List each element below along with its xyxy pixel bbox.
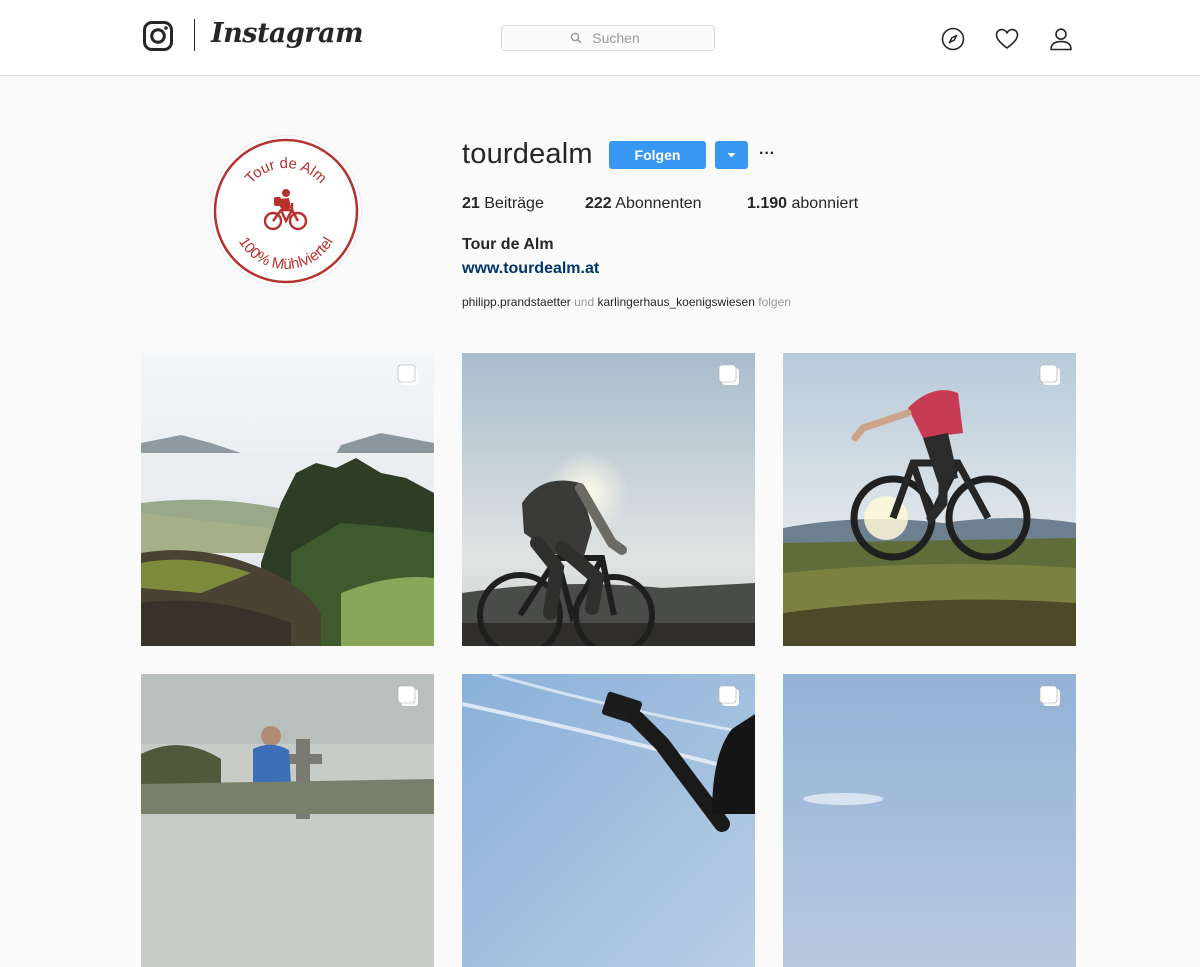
followed-by-line: philipp.prandstaetter und karlingerhaus_… bbox=[462, 295, 791, 309]
instagram-camera-icon[interactable] bbox=[143, 21, 173, 51]
stat-followers-count: 222 bbox=[585, 195, 612, 212]
instagram-wordmark-logo[interactable]: Instagram bbox=[211, 18, 364, 49]
profile-person-icon[interactable] bbox=[1049, 27, 1073, 51]
stat-posts: 21 Beiträge bbox=[462, 195, 544, 213]
activity-heart-icon[interactable] bbox=[995, 27, 1019, 51]
multiple-images-icon bbox=[397, 685, 418, 706]
search-input[interactable] bbox=[502, 26, 714, 50]
multiple-images-icon bbox=[718, 685, 739, 706]
stat-posts-label: Beiträge bbox=[484, 195, 544, 212]
follower-link-1[interactable]: philipp.prandstaetter bbox=[462, 295, 571, 309]
followed-by-suffix: folgen bbox=[758, 295, 791, 309]
multiple-images-icon bbox=[1039, 685, 1060, 706]
caret-down-icon bbox=[727, 153, 736, 158]
post-photo bbox=[462, 353, 755, 646]
post-photo bbox=[141, 674, 434, 967]
logo-divider bbox=[194, 19, 195, 51]
multiple-images-icon bbox=[1039, 364, 1060, 385]
stat-posts-count: 21 bbox=[462, 195, 480, 212]
post-tile[interactable] bbox=[141, 353, 434, 646]
profile-username: tourdealm bbox=[462, 138, 593, 170]
stat-followers-label: Abonnenten bbox=[615, 195, 702, 212]
multiple-images-icon bbox=[397, 364, 418, 385]
search-icon bbox=[570, 32, 582, 44]
post-tile[interactable] bbox=[462, 353, 755, 646]
stat-following-count: 1.190 bbox=[747, 195, 788, 212]
tour-de-alm-logo: Tour de Alm 100% Mühlviertel bbox=[213, 138, 359, 284]
explore-compass-icon[interactable] bbox=[941, 27, 965, 51]
search-box[interactable] bbox=[501, 25, 715, 51]
profile-avatar[interactable]: Tour de Alm 100% Mühlviertel bbox=[210, 135, 362, 287]
multiple-images-icon bbox=[718, 364, 739, 385]
post-tile[interactable] bbox=[783, 674, 1076, 967]
post-photo bbox=[783, 674, 1076, 967]
followed-by-conjunction: und bbox=[574, 295, 595, 309]
post-photo bbox=[783, 353, 1076, 646]
post-tile[interactable] bbox=[783, 353, 1076, 646]
post-tile[interactable] bbox=[462, 674, 755, 967]
follower-link-2[interactable]: karlingerhaus_koenigswiesen bbox=[597, 295, 754, 309]
follow-button[interactable]: Folgen bbox=[609, 141, 706, 169]
more-options-button[interactable]: ··· bbox=[756, 141, 778, 169]
top-navigation-bar: Instagram bbox=[0, 0, 1200, 76]
post-photo bbox=[141, 353, 434, 646]
profile-full-name: Tour de Alm bbox=[462, 236, 554, 253]
stat-followers[interactable]: 222 Abonnenten bbox=[585, 195, 702, 213]
profile-website-link[interactable]: www.tourdealm.at bbox=[462, 260, 599, 278]
suggestions-dropdown-button[interactable] bbox=[715, 141, 748, 169]
post-tile[interactable] bbox=[141, 674, 434, 967]
stat-following-label: abonniert bbox=[791, 195, 859, 212]
stat-following[interactable]: 1.190 abonniert bbox=[747, 195, 858, 213]
post-photo bbox=[462, 674, 755, 967]
